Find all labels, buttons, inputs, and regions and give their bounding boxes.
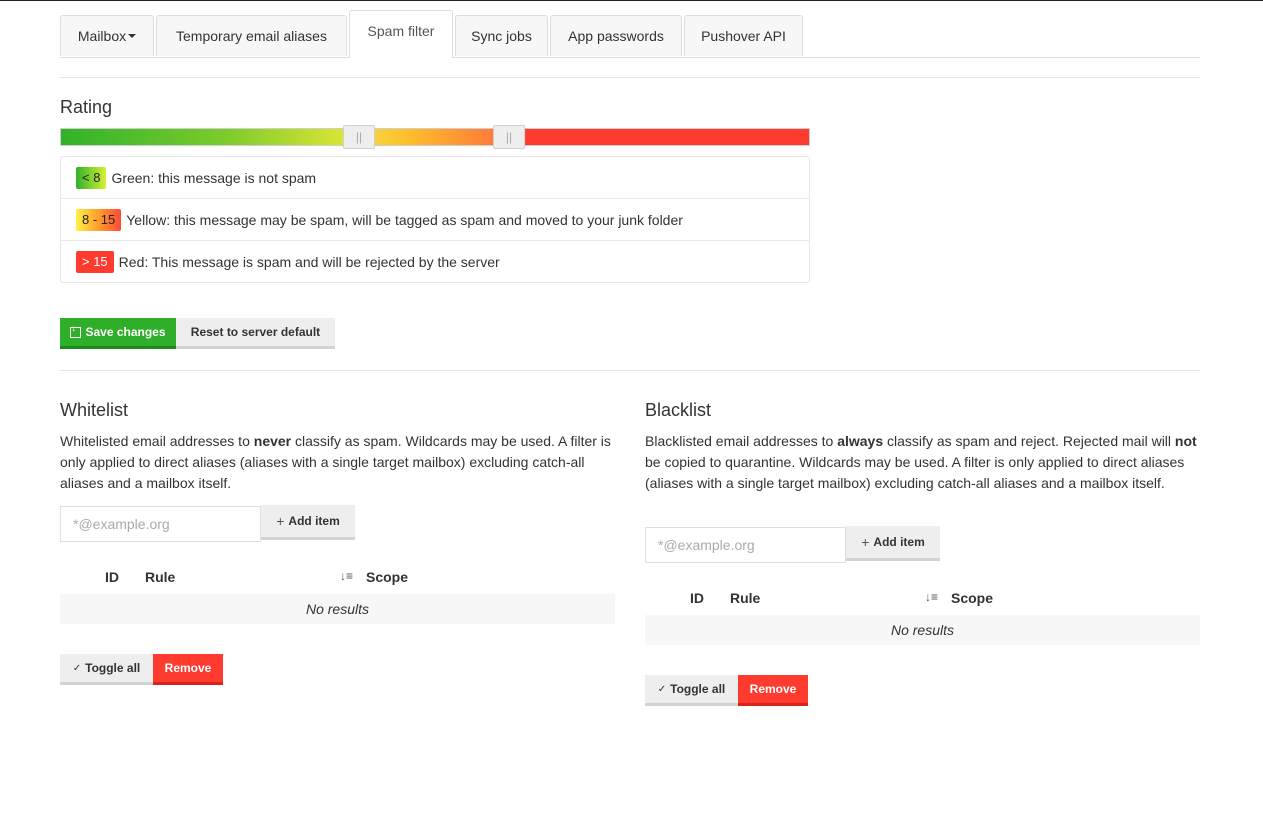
whitelist-placeholder: *@example.org <box>73 516 170 532</box>
slider-handle-high[interactable]: || <box>493 125 525 149</box>
remove-label: Remove <box>749 682 797 696</box>
blacklist-add-button[interactable]: + Add item <box>846 526 940 561</box>
reset-default-button[interactable]: Reset to server default <box>176 318 335 349</box>
tab-app-passwords[interactable]: App passwords <box>550 15 682 56</box>
whitelist-table-header: ID Rule ↓≡ Scope <box>60 563 615 593</box>
divider <box>60 77 1200 78</box>
legend-text: Yellow: this message may be spam, will b… <box>126 211 683 228</box>
tab-label: Mailbox <box>77 28 127 44</box>
blacklist-table-header: ID Rule ↓≡ Scope <box>645 584 1200 614</box>
legend-item-green: < 8 Green: this message is not spam <box>61 157 809 199</box>
reset-label: Reset to server default <box>190 325 321 339</box>
slider-handle-low[interactable]: || <box>343 125 375 149</box>
whitelist-remove-button[interactable]: Remove <box>153 654 223 685</box>
tab-pushover-api[interactable]: Pushover API <box>684 15 803 56</box>
badge-red: > 15 <box>76 251 114 273</box>
blacklist-title: Blacklist <box>645 400 712 420</box>
col-scope[interactable]: Scope <box>951 590 993 606</box>
check-icon: ✓ <box>657 683 667 695</box>
remove-label: Remove <box>164 661 212 675</box>
blacklist-description: Blacklisted email addresses to always cl… <box>645 433 1197 491</box>
col-rule[interactable]: Rule <box>145 569 175 585</box>
tab-label: Temporary email aliases <box>176 28 327 44</box>
whitelist-input[interactable]: *@example.org <box>60 506 261 542</box>
whitelist-add-button[interactable]: + Add item <box>261 505 355 540</box>
toggle-label: Toggle all <box>85 661 141 675</box>
col-rule[interactable]: Rule <box>730 590 760 606</box>
rating-title: Rating <box>60 97 113 117</box>
whitelist-title: Whitelist <box>60 400 129 420</box>
legend-text: Red: This message is spam and will be re… <box>118 254 500 270</box>
sort-icon[interactable]: ↓≡ <box>340 569 353 583</box>
legend-item-yellow: 8 - 15 Yellow: this message may be spam,… <box>61 199 809 241</box>
col-id[interactable]: ID <box>690 590 704 606</box>
save-icon <box>70 323 82 338</box>
legend-text: Green: this message is not spam <box>111 169 317 186</box>
caret-down-icon <box>128 34 137 38</box>
tab-temporary-aliases[interactable]: Temporary email aliases <box>156 15 347 56</box>
tab-label: Spam filter <box>367 22 435 39</box>
badge-yellow: 8 - 15 <box>76 208 122 231</box>
rating-slider[interactable]: || || <box>60 125 810 149</box>
badge-green: < 8 <box>76 166 107 189</box>
top-border <box>0 0 1263 1</box>
blacklist-remove-button[interactable]: Remove <box>738 675 808 706</box>
blacklist-placeholder: *@example.org <box>658 537 755 553</box>
slider-red-range <box>526 129 809 145</box>
plus-icon: + <box>276 513 285 529</box>
legend-item-red: > 15 Red: This message is spam and will … <box>61 241 809 283</box>
add-label: Add item <box>873 535 925 549</box>
blacklist-toggle-all-button[interactable]: ✓ Toggle all <box>645 675 738 706</box>
check-icon: ✓ <box>72 662 82 674</box>
save-label: Save changes <box>85 325 166 339</box>
tab-spam-filter[interactable]: Spam filter <box>349 10 453 58</box>
nav-tabs: Mailbox Temporary email aliases Spam fil… <box>60 10 1200 58</box>
tab-label: Sync jobs <box>471 28 532 44</box>
divider <box>60 370 1200 371</box>
tab-label: Pushover API <box>701 28 786 44</box>
whitelist-empty-row: No results <box>60 594 615 624</box>
tab-sync-jobs[interactable]: Sync jobs <box>455 15 548 56</box>
plus-icon: + <box>861 534 870 550</box>
tab-label: App passwords <box>568 28 664 44</box>
blacklist-input[interactable]: *@example.org <box>645 527 846 563</box>
whitelist-description: Whitelisted email addresses to never cla… <box>60 433 611 491</box>
rating-legend: < 8 Green: this message is not spam 8 - … <box>60 156 810 283</box>
blacklist-empty-row: No results <box>645 615 1200 645</box>
whitelist-toggle-all-button[interactable]: ✓ Toggle all <box>60 654 153 685</box>
col-id[interactable]: ID <box>105 569 119 585</box>
sort-icon[interactable]: ↓≡ <box>925 590 938 604</box>
tab-mailbox[interactable]: Mailbox <box>60 15 154 56</box>
add-label: Add item <box>288 514 340 528</box>
toggle-label: Toggle all <box>670 682 726 696</box>
col-scope[interactable]: Scope <box>366 569 408 585</box>
save-changes-button[interactable]: Save changes <box>60 318 176 349</box>
